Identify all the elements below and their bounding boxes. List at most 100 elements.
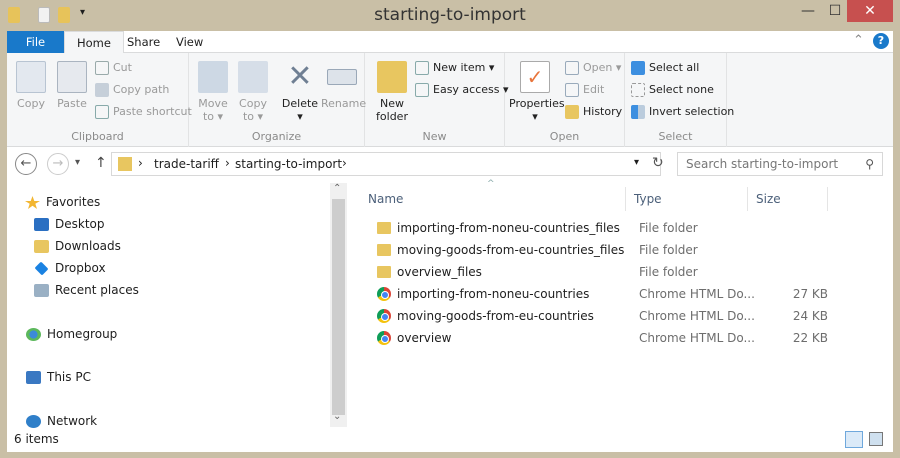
file-type: Chrome HTML Do... <box>639 331 755 345</box>
move-to-label: Move to ▾ <box>198 97 228 123</box>
open-icon <box>565 61 579 75</box>
delete-dropdown-arrow[interactable]: ▾ <box>297 110 303 123</box>
close-button[interactable]: ✕ <box>847 0 893 22</box>
select-none-label: Select none <box>649 83 714 96</box>
nav-item-downloads[interactable]: Downloads <box>34 235 121 257</box>
delete-button[interactable]: ✕ Delete ▾ <box>281 61 319 124</box>
desktop-icon <box>34 218 49 231</box>
properties-check-icon: ✓ <box>520 61 550 93</box>
collapse-ribbon-icon[interactable]: ⌃ <box>853 33 864 48</box>
nav-label: Dropbox <box>55 261 106 275</box>
chrome-icon <box>377 331 391 345</box>
ribbon: Copy Paste Cut Copy path Paste shortcut … <box>7 53 893 147</box>
back-button[interactable]: ← <box>15 153 37 175</box>
homegroup-icon <box>26 328 41 341</box>
new-item-button[interactable]: New item ▾ <box>415 58 494 78</box>
file-row[interactable]: overview_files File folder <box>355 261 825 283</box>
up-button[interactable]: ↑ <box>95 155 107 171</box>
large-icons-view-icon[interactable] <box>869 432 883 446</box>
pc-icon <box>26 371 41 384</box>
rename-button[interactable]: Rename <box>321 61 367 110</box>
scissors-icon <box>95 61 109 75</box>
nav-item-homegroup[interactable]: Homegroup <box>26 323 117 345</box>
open-group: ✓ Properties ▾ Open ▾ Edit History Open <box>505 53 625 147</box>
properties-label: Properties <box>509 97 565 110</box>
properties-button[interactable]: ✓ Properties ▾ <box>509 61 565 123</box>
properties-dropdown-arrow[interactable]: ▾ <box>532 110 538 123</box>
breadcrumb-starting-to-import[interactable]: starting-to-import <box>235 157 342 171</box>
minimize-button[interactable]: — <box>795 0 821 22</box>
breadcrumb-separator[interactable]: › <box>342 156 347 170</box>
ribbon-tabs: File Home Share View ⌃ ? <box>7 31 893 54</box>
file-row[interactable]: overview Chrome HTML Do... 22 KB <box>355 327 828 349</box>
file-row[interactable]: moving-goods-from-eu-countries Chrome HT… <box>355 305 828 327</box>
scrollbar-thumb[interactable] <box>332 199 345 415</box>
help-icon[interactable]: ? <box>873 33 889 49</box>
paste-button[interactable]: Paste <box>53 61 91 110</box>
search-icon[interactable]: ⚲ <box>865 153 874 175</box>
scroll-down-button[interactable]: ⌄ <box>333 411 341 422</box>
paste-shortcut-button[interactable]: Paste shortcut <box>95 102 192 122</box>
file-name: overview_files <box>397 265 482 279</box>
file-list: ^ Name Type Size importing-from-noneu-co… <box>355 179 893 427</box>
column-header-name[interactable]: Name <box>360 187 626 211</box>
folder-icon <box>377 222 391 234</box>
rename-label: Rename <box>321 97 367 110</box>
copy-button[interactable]: Copy <box>13 61 49 110</box>
file-size: 27 KB <box>792 287 828 301</box>
chrome-icon <box>377 287 391 301</box>
nav-scrollbar[interactable]: ⌃ ⌄ <box>330 183 347 427</box>
nav-label: Network <box>47 414 98 428</box>
edit-button[interactable]: Edit <box>565 80 604 100</box>
breadcrumb-trade-tariff[interactable]: trade-tariff <box>154 157 219 171</box>
file-type: Chrome HTML Do... <box>639 309 755 323</box>
new-folder-button[interactable]: New folder <box>373 61 411 123</box>
refresh-button[interactable]: ↻ <box>652 155 664 171</box>
invert-selection-button[interactable]: Invert selection <box>631 102 734 122</box>
breadcrumb-separator[interactable]: › <box>138 156 143 170</box>
nav-item-favorites[interactable]: Favorites <box>25 191 100 213</box>
breadcrumb-separator[interactable]: › <box>225 156 230 170</box>
open-label: Open ▾ <box>583 61 622 74</box>
file-row[interactable]: moving-goods-from-eu-countries_files Fil… <box>355 239 825 261</box>
cut-button[interactable]: Cut <box>95 58 132 78</box>
folder-icon <box>118 157 132 171</box>
address-dropdown-button[interactable]: ▾ <box>634 157 639 168</box>
search-input[interactable]: Search starting-to-import ⚲ <box>677 152 883 176</box>
paste-label: Paste <box>57 97 87 110</box>
paste-icon <box>57 61 87 93</box>
address-path[interactable]: › trade-tariff › starting-to-import › ▾ … <box>111 152 664 176</box>
tab-view[interactable]: View <box>164 31 215 53</box>
downloads-icon <box>34 240 49 253</box>
title-bar: ▾ starting-to-import — ☐ ✕ <box>0 0 900 31</box>
copy-path-label: Copy path <box>113 83 170 96</box>
details-view-icon[interactable] <box>845 431 863 448</box>
copy-to-button[interactable]: Copy to ▾ <box>235 61 271 123</box>
column-header-size[interactable]: Size <box>748 187 828 211</box>
nav-item-this-pc[interactable]: This PC <box>26 366 91 388</box>
easy-access-button[interactable]: Easy access ▾ <box>415 80 509 100</box>
maximize-button[interactable]: ☐ <box>822 0 848 22</box>
dropbox-icon <box>34 261 49 276</box>
nav-item-desktop[interactable]: Desktop <box>34 213 105 235</box>
forward-button[interactable]: → <box>47 153 69 175</box>
file-size: 24 KB <box>792 309 828 323</box>
easy-access-icon <box>415 83 429 97</box>
open-button[interactable]: Open ▾ <box>565 58 621 78</box>
file-name: moving-goods-from-eu-countries_files <box>397 243 625 257</box>
file-row[interactable]: importing-from-noneu-countries Chrome HT… <box>355 283 828 305</box>
nav-item-dropbox[interactable]: Dropbox <box>34 257 106 279</box>
history-button[interactable]: History <box>565 102 622 122</box>
move-to-button[interactable]: Move to ▾ <box>195 61 231 123</box>
recent-locations-button[interactable]: ▾ <box>75 157 80 168</box>
scroll-up-button[interactable]: ⌃ <box>333 183 341 194</box>
tab-file[interactable]: File <box>7 31 64 53</box>
file-row[interactable]: importing-from-noneu-countries_files Fil… <box>355 217 825 239</box>
nav-item-recent-places[interactable]: Recent places <box>34 279 139 301</box>
copy-path-button[interactable]: Copy path <box>95 80 169 100</box>
column-header-type[interactable]: Type <box>626 187 748 211</box>
select-all-button[interactable]: Select all <box>631 58 699 78</box>
select-none-button[interactable]: Select none <box>631 80 714 100</box>
copy-path-icon <box>95 83 109 97</box>
file-name: moving-goods-from-eu-countries <box>397 309 594 323</box>
